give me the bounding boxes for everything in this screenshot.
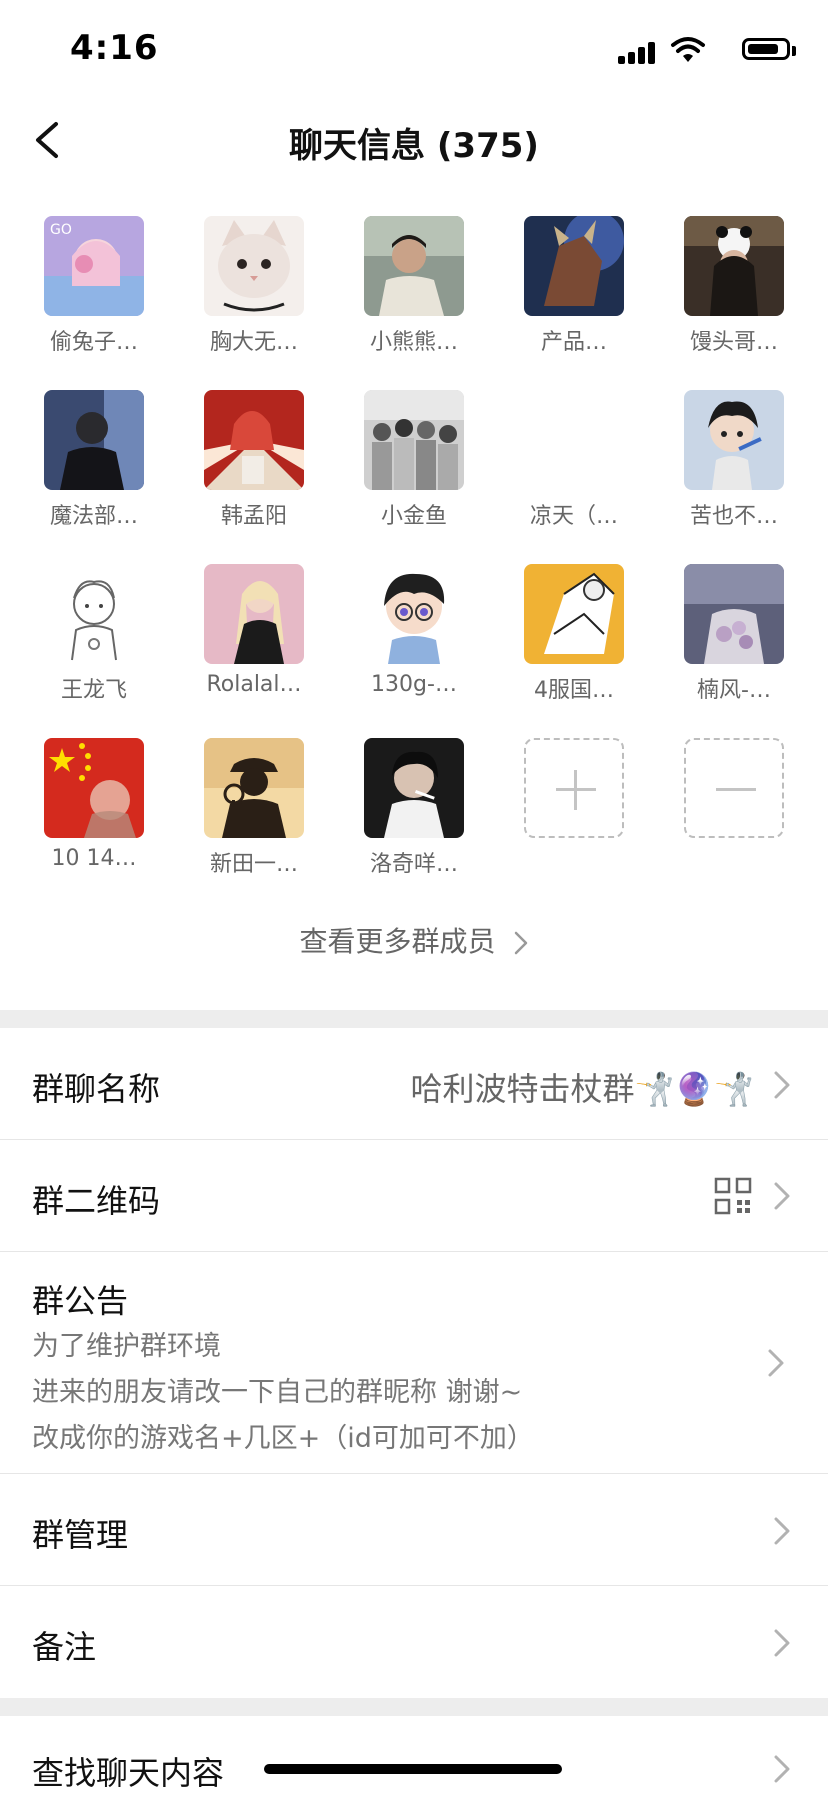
remark-row[interactable]: 备注 <box>0 1586 828 1698</box>
member-name: 偷兔子… <box>49 330 138 355</box>
smoking-man-avatar <box>364 738 464 838</box>
blonde-girl-avatar <box>204 564 304 664</box>
sketch-boy-avatar <box>44 564 144 664</box>
battery-icon <box>742 38 790 60</box>
wifi-icon <box>671 37 705 62</box>
group-name-row[interactable]: 群聊名称 哈利波特击杖群🤺🔮🤺 <box>0 1028 828 1140</box>
battery-tip <box>792 46 796 56</box>
minus-icon <box>684 738 784 838</box>
member-tile[interactable]: 新田一… <box>174 738 334 878</box>
member-tile[interactable]: 楠风-… <box>654 564 814 704</box>
member-tile[interactable]: 洛奇咩… <box>334 738 494 878</box>
chevron-right-icon <box>774 1182 790 1210</box>
member-tile[interactable]: 小金鱼 <box>334 390 494 530</box>
member-name: 小金鱼 <box>380 504 447 529</box>
status-time: 4:16 <box>70 28 159 68</box>
member-name: 4服国… <box>534 678 614 703</box>
chevron-right-icon <box>774 1071 790 1099</box>
chevron-right-icon <box>774 1755 790 1783</box>
row-label: 备注 <box>32 1628 97 1666</box>
member-tile[interactable]: 韩孟阳 <box>174 390 334 530</box>
member-name: 苦也不… <box>689 504 778 529</box>
announcement-text: 为了维护群环境 进来的朋友请改一下自己的群昵称 谢谢~ 改成你的游戏名+几区+（… <box>32 1324 534 1462</box>
add-member-button[interactable] <box>494 738 654 838</box>
row-label: 查找聊天内容 <box>32 1754 225 1792</box>
row-label: 群二维码 <box>32 1182 161 1220</box>
home-indicator <box>264 1764 562 1774</box>
member-name: 小熊熊… <box>369 330 458 355</box>
section-divider <box>0 1698 828 1716</box>
group-announcement-row[interactable]: 群公告 为了维护群环境 进来的朋友请改一下自己的群昵称 谢谢~ 改成你的游戏名+… <box>0 1252 828 1474</box>
flag-avatar <box>44 738 144 838</box>
red-anime-avatar <box>204 390 304 490</box>
member-name: Rolalal… <box>206 672 302 697</box>
bw-group-photo-avatar <box>364 390 464 490</box>
member-name: 产品… <box>540 330 607 355</box>
member-name: 新田一… <box>209 852 298 877</box>
search-chat-row[interactable]: 查找聊天内容 <box>0 1716 828 1792</box>
member-tile[interactable]: 4服国… <box>494 564 654 704</box>
qr-code-row[interactable]: 群二维码 <box>0 1140 828 1252</box>
member-tile[interactable]: Rolalal… <box>174 564 334 697</box>
announcement-line: 进来的朋友请改一下自己的群昵称 谢谢~ <box>32 1377 523 1408</box>
status-icons <box>598 34 798 64</box>
cellular-signal-icon <box>618 42 658 64</box>
member-tile[interactable]: 苦也不… <box>654 390 814 530</box>
blank-avatar <box>524 390 624 490</box>
member-name: 130g-… <box>371 672 457 697</box>
member-tile[interactable]: 130g-… <box>334 564 494 697</box>
member-tile[interactable]: 胸大无… <box>174 216 334 356</box>
member-tile[interactable]: 产品… <box>494 216 654 356</box>
member-name: 胸大无… <box>209 330 298 355</box>
chevron-right-icon <box>774 1629 790 1657</box>
row-label: 群管理 <box>32 1516 129 1554</box>
game-character-avatar <box>524 216 624 316</box>
member-name: 韩孟阳 <box>220 504 287 529</box>
member-name: 王龙飞 <box>60 678 127 703</box>
page-title: 聊天信息 (375) <box>289 126 539 166</box>
chibi-glasses-avatar <box>364 564 464 664</box>
member-name: 魔法部… <box>49 504 138 529</box>
cartoon-boy-avatar <box>684 390 784 490</box>
nav-bar: 聊天信息 (375) <box>0 100 828 180</box>
status-bar: 4:16 <box>0 0 828 100</box>
girl-panda-hat-avatar <box>684 216 784 316</box>
manga-yellow-avatar <box>524 564 624 664</box>
view-more-members-label: 查看更多群成员 <box>299 925 496 958</box>
member-name: 10 14… <box>51 846 137 871</box>
chevron-right-icon <box>768 1349 784 1377</box>
chevron-right-icon <box>515 931 528 955</box>
flowers-photo-avatar <box>684 564 784 664</box>
cat-avatar <box>204 216 304 316</box>
remove-member-button[interactable] <box>654 738 814 838</box>
member-tile[interactable]: 王龙飞 <box>14 564 174 704</box>
group-name-value: 哈利波特击杖群🤺🔮🤺 <box>410 1070 754 1108</box>
row-label: 群聊名称 <box>32 1070 161 1108</box>
member-tile[interactable]: GO 偷兔子… <box>14 216 174 356</box>
member-tile[interactable]: 10 14… <box>14 738 174 871</box>
member-name: 馒头哥… <box>689 330 778 355</box>
detective-silhouette-avatar <box>204 738 304 838</box>
member-tile[interactable]: 魔法部… <box>14 390 174 530</box>
view-more-members-link[interactable]: 查看更多群成员 <box>0 920 828 960</box>
row-label: 群公告 <box>32 1282 129 1320</box>
man-photo-avatar <box>364 216 464 316</box>
member-tile[interactable]: 馒头哥… <box>654 216 814 356</box>
member-tile[interactable]: 小熊熊… <box>334 216 494 356</box>
member-name: 楠风-… <box>697 678 771 703</box>
plus-icon <box>524 738 624 838</box>
anime-girl-headphones-avatar: GO <box>44 216 144 316</box>
member-name: 洛奇咩… <box>369 852 458 877</box>
announcement-line: 为了维护群环境 <box>32 1331 221 1362</box>
svg-text:GO: GO <box>50 222 72 238</box>
member-tile[interactable]: 凉天（… <box>494 390 654 530</box>
section-divider <box>0 1010 828 1028</box>
member-name: 凉天（… <box>529 504 618 529</box>
chevron-right-icon <box>774 1517 790 1545</box>
announcement-line: 改成你的游戏名+几区+（id可加可不加） <box>32 1423 534 1454</box>
man-dark-avatar <box>44 390 144 490</box>
qr-code-icon <box>714 1177 752 1215</box>
group-management-row[interactable]: 群管理 <box>0 1474 828 1586</box>
